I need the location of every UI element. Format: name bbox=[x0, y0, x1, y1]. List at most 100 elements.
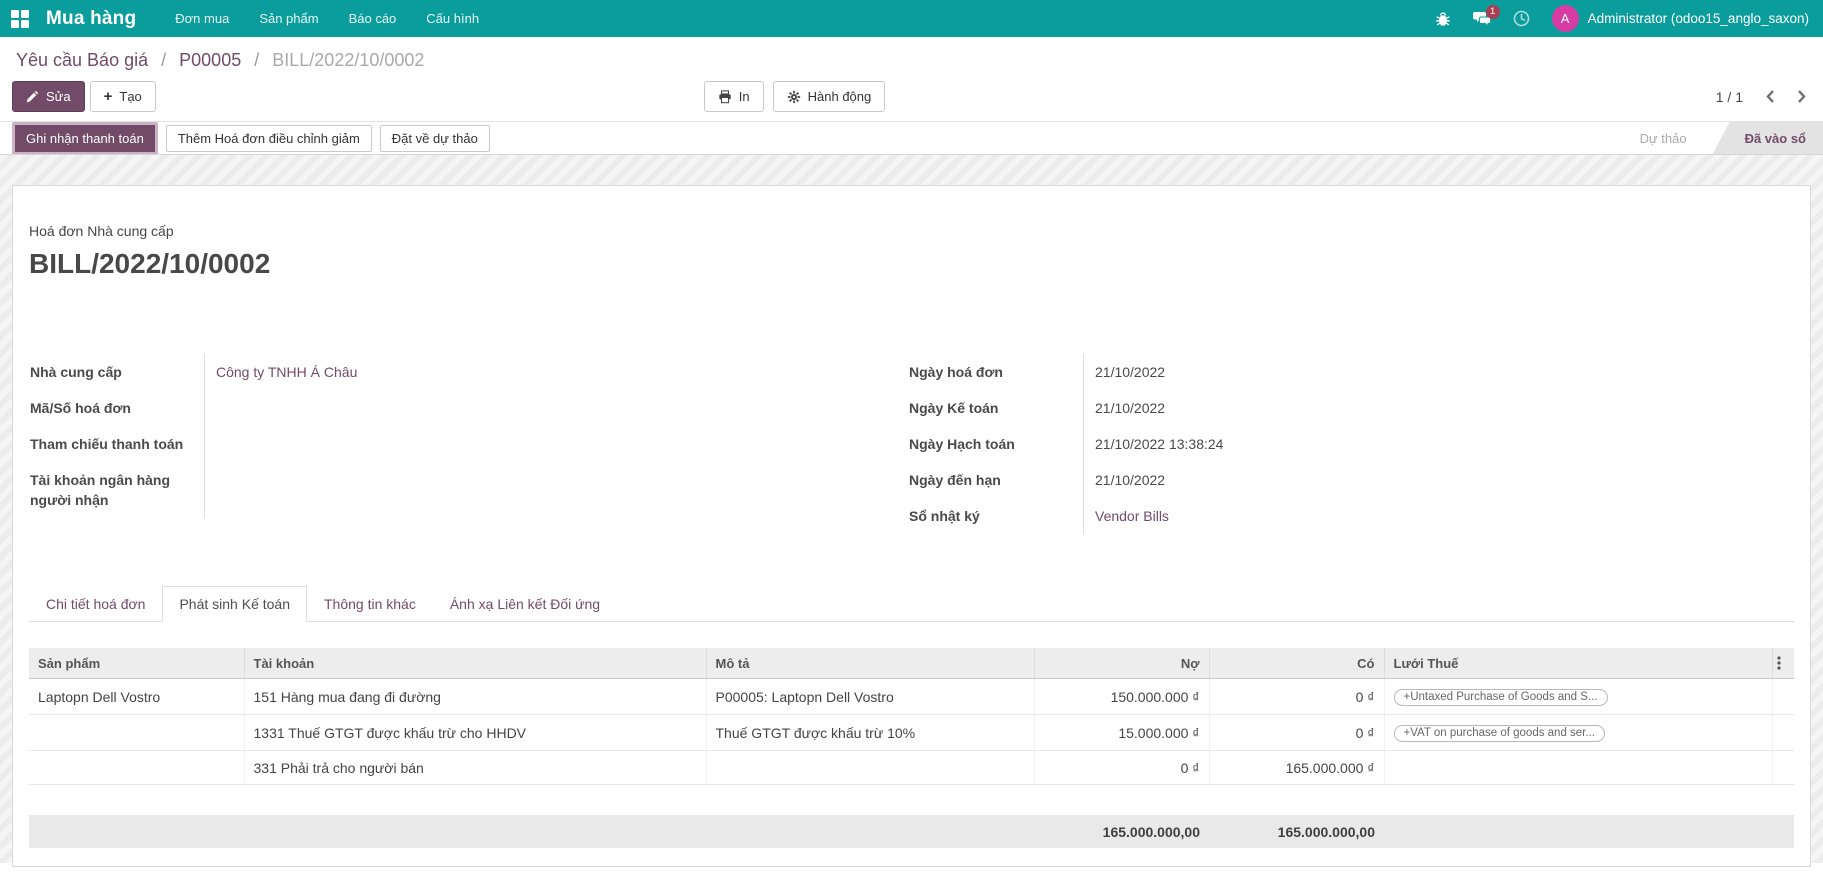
cell-debit[interactable]: 0 ₫ bbox=[1034, 751, 1209, 785]
cell-tax-grid bbox=[1384, 751, 1772, 785]
cell-description[interactable] bbox=[706, 751, 1034, 785]
cell-credit[interactable]: 165.000.000 ₫ bbox=[1209, 751, 1384, 785]
messages-icon[interactable]: 1 bbox=[1473, 11, 1491, 27]
tab-counterpart-mapping[interactable]: Ánh xạ Liên kết Đối ứng bbox=[433, 586, 617, 622]
field-value-bill-reference[interactable] bbox=[204, 390, 878, 426]
form-background: Hoá đơn Nhà cung cấp BILL/2022/10/0002 N… bbox=[0, 155, 1823, 863]
cell-credit[interactable]: 0 ₫ bbox=[1209, 679, 1384, 715]
pager: 1 / 1 bbox=[1716, 89, 1807, 105]
edit-button[interactable]: Sửa bbox=[12, 81, 85, 112]
field-value-due-date[interactable]: 21/10/2022 bbox=[1083, 462, 1794, 498]
document-type-label: Hoá đơn Nhà cung cấp bbox=[29, 186, 1794, 239]
print-button[interactable]: In bbox=[704, 81, 764, 112]
field-value-payment-reference[interactable] bbox=[204, 426, 878, 462]
tax-grid-tag[interactable]: +VAT on purchase of goods and ser... bbox=[1394, 725, 1605, 742]
field-value-journal[interactable]: Vendor Bills bbox=[1095, 508, 1169, 524]
table-row[interactable]: Laptopn Dell Vostro 151 Hàng mua đang đi… bbox=[29, 679, 1794, 715]
field-label-due-date: Ngày đến hạn bbox=[908, 462, 1083, 498]
column-header-debit[interactable]: Nợ bbox=[1034, 648, 1209, 679]
nav-item-bao-cao[interactable]: Báo cáo bbox=[334, 0, 412, 37]
nav-right-zone: 1 A Administrator (odoo15_anglo_saxon) bbox=[1435, 5, 1823, 32]
cell-account[interactable]: 1331 Thuế GTGT được khấu trừ cho HHDV bbox=[244, 715, 706, 751]
field-value-bill-date[interactable]: 21/10/2022 bbox=[1083, 354, 1794, 390]
cell-debit[interactable]: 150.000.000 ₫ bbox=[1034, 679, 1209, 715]
breadcrumb-link-po[interactable]: P00005 bbox=[179, 50, 241, 70]
nav-item-san-pham[interactable]: Sản phẩm bbox=[244, 0, 333, 37]
cell-description[interactable]: P00005: Laptopn Dell Vostro bbox=[706, 679, 1034, 715]
messages-count-badge: 1 bbox=[1486, 5, 1500, 19]
cell-tax-grid: +Untaxed Purchase of Goods and S... bbox=[1384, 679, 1772, 715]
apps-menu-button[interactable] bbox=[0, 0, 40, 37]
field-label-vendor: Nhà cung cấp bbox=[29, 354, 204, 390]
kebab-dots-icon bbox=[1777, 655, 1781, 671]
form-sheet: Hoá đơn Nhà cung cấp BILL/2022/10/0002 N… bbox=[12, 185, 1811, 867]
statusbar: Ghi nhận thanh toán Thêm Hoá đơn điều ch… bbox=[0, 121, 1823, 155]
totals-row: 165.000.000,00 165.000.000,00 bbox=[29, 815, 1794, 848]
table-header-row: Sản phẩm Tài khoản Mô tả Nợ Có Lưới Thuế bbox=[29, 648, 1794, 679]
register-payment-button[interactable]: Ghi nhận thanh toán bbox=[12, 122, 158, 155]
tab-invoice-lines[interactable]: Chi tiết hoá đơn bbox=[29, 586, 162, 622]
breadcrumb-separator: / bbox=[254, 50, 259, 70]
column-header-product[interactable]: Sản phẩm bbox=[29, 648, 244, 679]
cell-description[interactable]: Thuế GTGT được khấu trừ 10% bbox=[706, 715, 1034, 751]
activities-clock-icon[interactable] bbox=[1513, 10, 1530, 27]
status-pipeline: Dự thảo Đã vào sổ bbox=[1630, 122, 1823, 154]
field-value-posting-date[interactable]: 21/10/2022 13:38:24 bbox=[1083, 426, 1794, 462]
add-credit-note-button[interactable]: Thêm Hoá đơn điều chỉnh giảm bbox=[166, 125, 372, 152]
field-group-left: Nhà cung cấp Công ty TNHH Á Châu Mã/Số h… bbox=[29, 354, 878, 534]
user-name: Administrator (odoo15_anglo_saxon) bbox=[1588, 11, 1809, 26]
field-value-vendor[interactable]: Công ty TNHH Á Châu bbox=[216, 364, 357, 380]
document-title: BILL/2022/10/0002 bbox=[29, 248, 1794, 280]
field-value-recipient-bank[interactable] bbox=[204, 462, 878, 518]
nav-menu: Đơn mua Sản phẩm Báo cáo Cấu hình bbox=[160, 0, 494, 37]
pager-next-icon[interactable] bbox=[1797, 89, 1807, 104]
tab-journal-items[interactable]: Phát sinh Kế toán bbox=[162, 586, 307, 622]
nav-item-cau-hinh[interactable]: Cấu hình bbox=[411, 0, 494, 37]
reset-to-draft-button[interactable]: Đặt về dự thảo bbox=[380, 125, 490, 152]
action-button-label: Hành động bbox=[808, 89, 872, 104]
edit-button-label: Sửa bbox=[46, 89, 71, 104]
state-draft[interactable]: Dự thảo bbox=[1630, 122, 1713, 154]
record-buttons: Sửa + Tạo bbox=[12, 81, 156, 112]
gear-icon bbox=[787, 90, 801, 104]
total-debit: 165.000.000,00 bbox=[1034, 824, 1209, 840]
app-brand[interactable]: Mua hàng bbox=[46, 8, 136, 30]
cell-account[interactable]: 331 Phải trả cho người bán bbox=[244, 751, 706, 785]
cell-tax-grid: +VAT on purchase of goods and ser... bbox=[1384, 715, 1772, 751]
cell-account[interactable]: 151 Hàng mua đang đi đường bbox=[244, 679, 706, 715]
table-row[interactable]: 331 Phải trả cho người bán 0 ₫ 165.000.0… bbox=[29, 751, 1794, 785]
create-button-label: Tạo bbox=[119, 89, 141, 104]
field-label-posting-date: Ngày Hạch toán bbox=[908, 426, 1083, 462]
tax-grid-tag[interactable]: +Untaxed Purchase of Goods and S... bbox=[1394, 689, 1608, 706]
column-header-tax-grid[interactable]: Lưới Thuế bbox=[1384, 648, 1772, 679]
breadcrumb-current: BILL/2022/10/0002 bbox=[272, 50, 424, 70]
breadcrumb-link-rfq[interactable]: Yêu cầu Báo giá bbox=[16, 50, 148, 70]
nav-item-don-mua[interactable]: Đơn mua bbox=[160, 0, 244, 37]
state-posted[interactable]: Đã vào sổ bbox=[1713, 122, 1823, 154]
cell-credit[interactable]: 0 ₫ bbox=[1209, 715, 1384, 751]
table-row[interactable]: 1331 Thuế GTGT được khấu trừ cho HHDV Th… bbox=[29, 715, 1794, 751]
tab-other-info[interactable]: Thông tin khác bbox=[307, 586, 433, 622]
column-header-credit[interactable]: Có bbox=[1209, 648, 1384, 679]
pencil-icon bbox=[26, 90, 39, 103]
cell-product[interactable]: Laptopn Dell Vostro bbox=[29, 679, 244, 715]
field-group-right: Ngày hoá đơn 21/10/2022 Ngày Kế toán 21/… bbox=[878, 354, 1794, 534]
cell-product[interactable] bbox=[29, 715, 244, 751]
debug-bug-icon[interactable] bbox=[1435, 11, 1451, 27]
field-label-bill-reference: Mã/Số hoá đơn bbox=[29, 390, 204, 426]
column-header-account[interactable]: Tài khoản bbox=[244, 648, 706, 679]
optional-columns-toggle[interactable] bbox=[1772, 648, 1794, 679]
top-navbar: Mua hàng Đơn mua Sản phẩm Báo cáo Cấu hì… bbox=[0, 0, 1823, 37]
control-panel: Sửa + Tạo In Hành động 1 / 1 bbox=[0, 71, 1823, 121]
cell-product[interactable] bbox=[29, 751, 244, 785]
printer-icon bbox=[718, 90, 732, 104]
cell-debit[interactable]: 15.000.000 ₫ bbox=[1034, 715, 1209, 751]
statusbar-buttons: Ghi nhận thanh toán Thêm Hoá đơn điều ch… bbox=[12, 122, 490, 154]
create-button[interactable]: + Tạo bbox=[90, 81, 156, 112]
column-header-description[interactable]: Mô tả bbox=[706, 648, 1034, 679]
field-value-accounting-date[interactable]: 21/10/2022 bbox=[1083, 390, 1794, 426]
action-button[interactable]: Hành động bbox=[773, 81, 886, 112]
document-buttons: In Hành động bbox=[704, 81, 885, 112]
user-menu[interactable]: A Administrator (odoo15_anglo_saxon) bbox=[1552, 5, 1809, 32]
pager-previous-icon[interactable] bbox=[1765, 89, 1775, 104]
